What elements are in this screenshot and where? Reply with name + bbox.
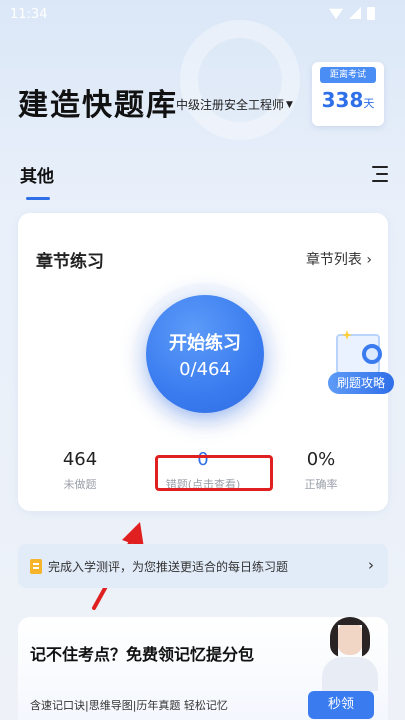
countdown-label: 距离考试 <box>320 67 376 83</box>
start-practice-label: 开始练习 <box>169 333 241 354</box>
promo-person-image <box>318 617 382 691</box>
assessment-notice[interactable]: 完成入学测评，为您推送更适合的每日练习题 › <box>18 544 388 588</box>
menu-icon[interactable] <box>370 166 388 182</box>
practice-guide-badge[interactable]: 刷题攻略 <box>328 330 394 400</box>
stat-value: 0% <box>306 449 336 470</box>
signal-icon <box>349 7 361 19</box>
battery-icon <box>367 7 375 20</box>
wifi-icon <box>329 8 343 19</box>
promo-subtitle: 含速记口诀|思维导图|历年真题 轻松记忆 <box>30 699 228 712</box>
status-bar: 11:34 <box>0 0 405 30</box>
status-time: 11:34 <box>10 7 48 22</box>
countdown-value: 338天 <box>312 88 384 112</box>
notice-text: 完成入学测评，为您推送更适合的每日练习题 <box>48 560 289 574</box>
background-decoration <box>180 20 300 140</box>
promo-title: 记不住考点？免费领记忆提分包 <box>30 645 255 664</box>
stat-value: 464 <box>62 449 98 470</box>
stat-label: 正确率 <box>304 478 338 491</box>
start-practice-button[interactable]: 开始练习 0/464 <box>146 295 264 413</box>
caret-down-icon: ▼ <box>286 99 293 110</box>
exam-selector[interactable]: 中级注册安全工程师 ▼ <box>176 96 293 113</box>
document-icon <box>30 559 42 574</box>
practice-guide-label: 刷题攻略 <box>328 372 394 394</box>
countdown-unit: 天 <box>363 97 375 110</box>
chapter-list-link[interactable]: 章节列表 › <box>306 249 372 269</box>
tab-other[interactable]: 其他 <box>20 162 54 187</box>
status-icons <box>329 7 375 20</box>
stat-accuracy: 0% 正确率 <box>276 449 366 492</box>
exam-selector-label: 中级注册安全工程师 <box>176 98 285 112</box>
annotation-highlight-box <box>155 455 273 491</box>
chevron-right-icon: › <box>368 556 374 574</box>
app-title: 建造快题库 <box>18 88 178 123</box>
stat-label: 未做题 <box>63 478 97 491</box>
claim-button[interactable]: 秒领 <box>308 691 374 719</box>
practice-progress: 0/464 <box>179 359 231 380</box>
stat-undone: 464 未做题 <box>35 449 125 492</box>
tab-indicator <box>26 197 50 200</box>
exam-countdown: 距离考试 338天 <box>312 62 384 126</box>
countdown-days: 338 <box>321 88 364 112</box>
memory-pack-promo[interactable]: 记不住考点？免费领记忆提分包 含速记口诀|思维导图|历年真题 轻松记忆 秒领 <box>18 617 388 720</box>
magnifier-icon <box>362 344 382 364</box>
card-title: 章节练习 <box>36 252 104 272</box>
